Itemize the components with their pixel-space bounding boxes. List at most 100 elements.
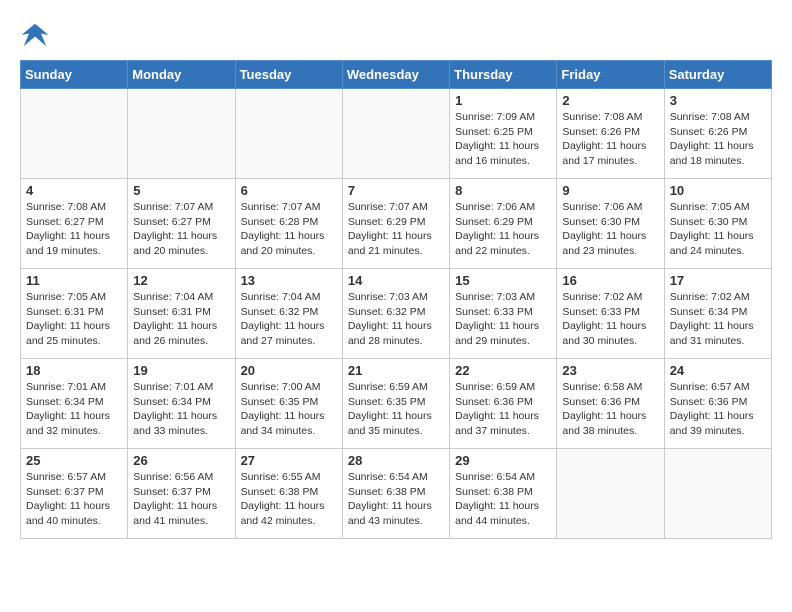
calendar-cell: 25 Sunrise: 6:57 AM Sunset: 6:37 PM Dayli… [21,449,128,539]
day-info: Sunrise: 6:57 AM Sunset: 6:36 PM Dayligh… [670,380,766,439]
calendar-cell [235,89,342,179]
calendar-cell: 23Sunrise: 6:58 AM Sunset: 6:36 PM Dayli… [557,359,664,449]
calendar-cell: 16 Sunrise: 7:02 AM Sunset: 6:33 PM Dayli… [557,269,664,359]
day-header-sunday: Sunday [21,61,128,89]
day-number: 14 [348,273,444,288]
calendar-cell: 10 Sunrise: 7:05 AM Sunset: 6:30 PM Dayli… [664,179,771,269]
day-info: Sunrise: 7:03 AM Sunset: 6:33 PM Dayligh… [455,290,551,349]
calendar-cell: 27Sunrise: 6:55 AM Sunset: 6:38 PM Dayli… [235,449,342,539]
day-number: 8 [455,183,551,198]
day-info: Sunrise: 7:00 AM Sunset: 6:35 PM Dayligh… [241,380,337,439]
calendar-cell: 18 Sunrise: 7:01 AM Sunset: 6:34 PM Dayli… [21,359,128,449]
calendar-cell [557,449,664,539]
calendar-cell: 20 Sunrise: 7:00 AM Sunset: 6:35 PM Dayli… [235,359,342,449]
day-info: Sunrise: 7:05 AM Sunset: 6:31 PM Dayligh… [26,290,122,349]
day-header-wednesday: Wednesday [342,61,449,89]
day-number: 4 [26,183,122,198]
day-number: 18 [26,363,122,378]
day-info: Sunrise: 7:01 AM Sunset: 6:34 PM Dayligh… [133,380,229,439]
calendar-cell [128,89,235,179]
calendar-week-3: 11 Sunrise: 7:05 AM Sunset: 6:31 PM Dayli… [21,269,772,359]
header-row: SundayMondayTuesdayWednesdayThursdayFrid… [21,61,772,89]
calendar-cell: 13 Sunrise: 7:04 AM Sunset: 6:32 PM Dayli… [235,269,342,359]
day-info: Sunrise: 7:03 AM Sunset: 6:32 PM Dayligh… [348,290,444,349]
day-info: Sunrise: 7:08 AM Sunset: 6:26 PM Dayligh… [670,110,766,169]
calendar-cell: 7 Sunrise: 7:07 AM Sunset: 6:29 PM Daylig… [342,179,449,269]
calendar-table: SundayMondayTuesdayWednesdayThursdayFrid… [20,60,772,539]
day-number: 20 [241,363,337,378]
day-info: Sunrise: 7:07 AM Sunset: 6:27 PM Dayligh… [133,200,229,259]
day-info: Sunrise: 6:54 AM Sunset: 6:38 PM Dayligh… [455,470,551,529]
day-info: Sunrise: 7:04 AM Sunset: 6:32 PM Dayligh… [241,290,337,349]
calendar-cell [21,89,128,179]
day-number: 11 [26,273,122,288]
day-info: Sunrise: 7:04 AM Sunset: 6:31 PM Dayligh… [133,290,229,349]
day-header-friday: Friday [557,61,664,89]
day-header-thursday: Thursday [450,61,557,89]
day-info: Sunrise: 7:01 AM Sunset: 6:34 PM Dayligh… [26,380,122,439]
calendar-week-5: 25 Sunrise: 6:57 AM Sunset: 6:37 PM Dayli… [21,449,772,539]
calendar-cell: 11 Sunrise: 7:05 AM Sunset: 6:31 PM Dayli… [21,269,128,359]
day-info: Sunrise: 7:08 AM Sunset: 6:26 PM Dayligh… [562,110,658,169]
day-number: 19 [133,363,229,378]
calendar-week-4: 18 Sunrise: 7:01 AM Sunset: 6:34 PM Dayli… [21,359,772,449]
calendar-cell: 2 Sunrise: 7:08 AM Sunset: 6:26 PM Daylig… [557,89,664,179]
day-info: Sunrise: 6:54 AM Sunset: 6:38 PM Dayligh… [348,470,444,529]
calendar-cell: 22 Sunrise: 6:59 AM Sunset: 6:36 PM Dayli… [450,359,557,449]
day-number: 22 [455,363,551,378]
day-info: Sunrise: 7:07 AM Sunset: 6:29 PM Dayligh… [348,200,444,259]
day-number: 7 [348,183,444,198]
day-number: 6 [241,183,337,198]
day-info: Sunrise: 6:55 AM Sunset: 6:38 PM Dayligh… [241,470,337,529]
day-header-monday: Monday [128,61,235,89]
day-info: Sunrise: 7:08 AM Sunset: 6:27 PM Dayligh… [26,200,122,259]
logo-icon [20,20,50,50]
calendar-cell: 4 Sunrise: 7:08 AM Sunset: 6:27 PM Daylig… [21,179,128,269]
day-info: Sunrise: 6:57 AM Sunset: 6:37 PM Dayligh… [26,470,122,529]
day-info: Sunrise: 6:56 AM Sunset: 6:37 PM Dayligh… [133,470,229,529]
calendar-cell: 8Sunrise: 7:06 AM Sunset: 6:29 PM Daylig… [450,179,557,269]
calendar-week-2: 4 Sunrise: 7:08 AM Sunset: 6:27 PM Daylig… [21,179,772,269]
calendar-cell: 15 Sunrise: 7:03 AM Sunset: 6:33 PM Dayli… [450,269,557,359]
day-number: 10 [670,183,766,198]
calendar-cell: 14 Sunrise: 7:03 AM Sunset: 6:32 PM Dayli… [342,269,449,359]
day-info: Sunrise: 6:59 AM Sunset: 6:36 PM Dayligh… [455,380,551,439]
calendar-cell: 19 Sunrise: 7:01 AM Sunset: 6:34 PM Dayli… [128,359,235,449]
day-info: Sunrise: 7:09 AM Sunset: 6:25 PM Dayligh… [455,110,551,169]
calendar-cell: 1 Sunrise: 7:09 AM Sunset: 6:25 PM Daylig… [450,89,557,179]
calendar-cell: 24Sunrise: 6:57 AM Sunset: 6:36 PM Dayli… [664,359,771,449]
calendar-week-1: 1 Sunrise: 7:09 AM Sunset: 6:25 PM Daylig… [21,89,772,179]
day-number: 26 [133,453,229,468]
calendar-cell: 5 Sunrise: 7:07 AM Sunset: 6:27 PM Daylig… [128,179,235,269]
day-info: Sunrise: 6:59 AM Sunset: 6:35 PM Dayligh… [348,380,444,439]
calendar-cell: 17 Sunrise: 7:02 AM Sunset: 6:34 PM Dayli… [664,269,771,359]
calendar-cell: 9Sunrise: 7:06 AM Sunset: 6:30 PM Daylig… [557,179,664,269]
day-info: Sunrise: 7:05 AM Sunset: 6:30 PM Dayligh… [670,200,766,259]
logo [20,20,54,50]
day-number: 23 [562,363,658,378]
day-number: 17 [670,273,766,288]
calendar-cell: 12 Sunrise: 7:04 AM Sunset: 6:31 PM Dayli… [128,269,235,359]
day-number: 5 [133,183,229,198]
day-number: 16 [562,273,658,288]
day-number: 3 [670,93,766,108]
calendar-cell: 26 Sunrise: 6:56 AM Sunset: 6:37 PM Dayli… [128,449,235,539]
day-number: 13 [241,273,337,288]
day-number: 2 [562,93,658,108]
page-header [20,20,772,50]
day-number: 12 [133,273,229,288]
day-number: 25 [26,453,122,468]
day-number: 15 [455,273,551,288]
day-number: 1 [455,93,551,108]
day-info: Sunrise: 7:02 AM Sunset: 6:34 PM Dayligh… [670,290,766,349]
day-header-saturday: Saturday [664,61,771,89]
calendar-cell [342,89,449,179]
day-header-tuesday: Tuesday [235,61,342,89]
day-info: Sunrise: 7:06 AM Sunset: 6:30 PM Dayligh… [562,200,658,259]
calendar-cell: 21Sunrise: 6:59 AM Sunset: 6:35 PM Dayli… [342,359,449,449]
day-info: Sunrise: 7:02 AM Sunset: 6:33 PM Dayligh… [562,290,658,349]
calendar-cell: 3 Sunrise: 7:08 AM Sunset: 6:26 PM Daylig… [664,89,771,179]
day-info: Sunrise: 7:07 AM Sunset: 6:28 PM Dayligh… [241,200,337,259]
calendar-cell [664,449,771,539]
calendar-cell: 6 Sunrise: 7:07 AM Sunset: 6:28 PM Daylig… [235,179,342,269]
